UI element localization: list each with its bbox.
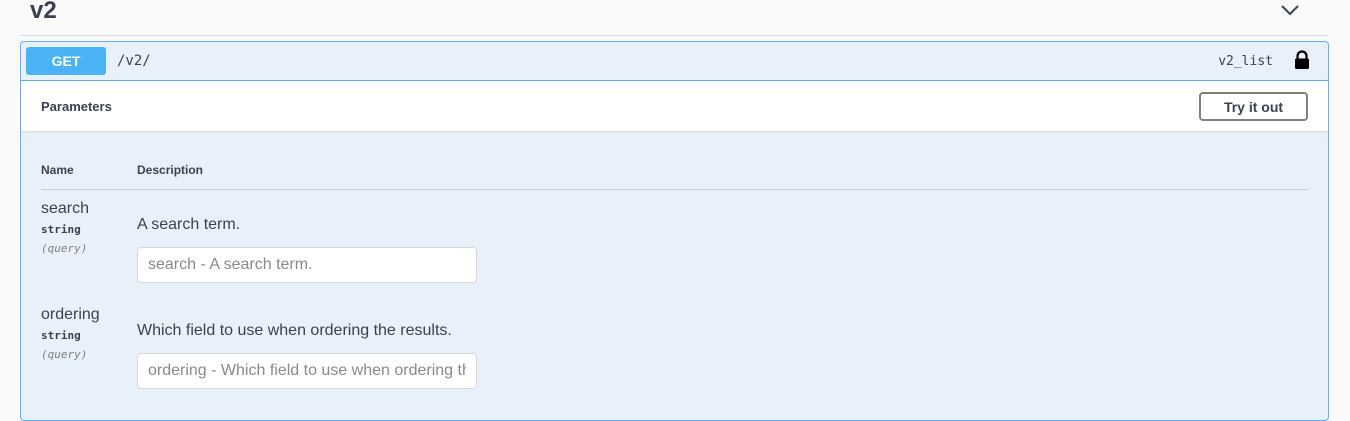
column-header-name: Name (41, 163, 74, 177)
parameter-description: A search term. (137, 216, 241, 233)
try-it-out-button[interactable]: Try it out (1199, 92, 1308, 121)
parameter-name: search (41, 200, 90, 217)
chevron-down-icon[interactable] (1280, 2, 1300, 18)
operation-path: /v2/ (117, 53, 151, 69)
header-divider (41, 189, 1308, 190)
lock-icon[interactable] (1293, 50, 1311, 70)
operation-id: v2_list (1218, 54, 1273, 69)
method-badge: GET (26, 47, 106, 75)
parameter-description: Which field to use when ordering the res… (137, 322, 452, 339)
parameters-header: Parameters Try it out (21, 81, 1328, 132)
operation-summary[interactable]: GET /v2/ v2_list (21, 42, 1328, 81)
operation-block: GET /v2/ v2_list Parameters Try it out N… (20, 41, 1329, 421)
parameter-row-ordering: ordering string (query) Which field to u… (21, 306, 1328, 412)
parameter-location: (query) (41, 242, 88, 255)
parameter-location: (query) (41, 348, 88, 361)
parameter-type: string (41, 223, 81, 236)
column-header-description: Description (137, 163, 204, 177)
section-title: v2 (30, 0, 57, 24)
section-header[interactable]: v2 (20, 0, 1328, 36)
parameters-title: Parameters (41, 99, 112, 114)
parameter-type: string (41, 329, 81, 342)
ordering-input[interactable] (137, 353, 477, 389)
search-input[interactable] (137, 247, 477, 283)
parameter-row-search: search string (query) A search term. (21, 200, 1328, 306)
parameter-name: ordering (41, 306, 100, 323)
